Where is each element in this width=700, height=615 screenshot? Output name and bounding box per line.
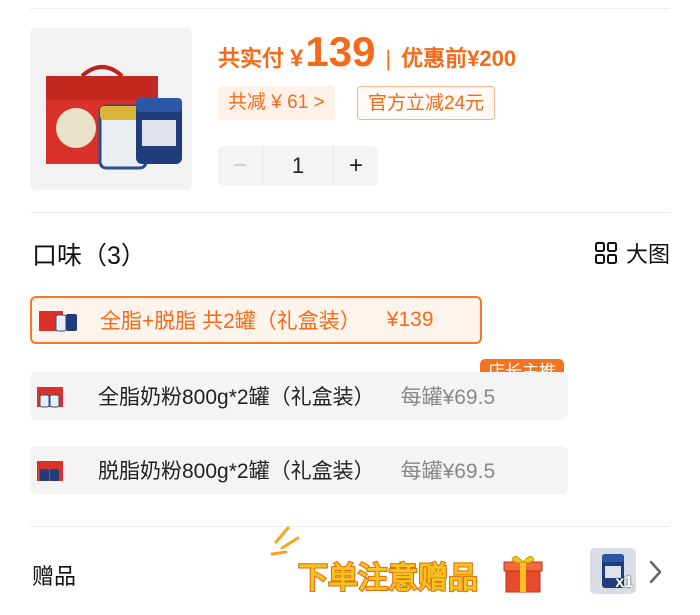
flavor-option-combo[interactable]: 全脂+脱脂 共2罐（礼盒装） ¥139: [30, 296, 482, 344]
grid-icon: [594, 242, 617, 264]
option-thumbnail-icon: [39, 311, 77, 332]
flavor-section-title: 口味（3）: [32, 242, 146, 270]
section-divider: [30, 212, 670, 213]
option-name: 全脂+脱脂 共2罐（礼盒装）: [100, 310, 361, 333]
product-gift-box-illustration: [30, 28, 192, 190]
price-separator: |: [385, 46, 392, 71]
official-discount-chip: 官方立减24元: [357, 86, 496, 120]
gift-box-icon: [503, 556, 543, 593]
flavor-option-skim-milk[interactable]: 脱脂奶粉800g*2罐（礼盒装） 每罐¥69.5: [30, 446, 568, 494]
big-view-toggle[interactable]: 大图: [594, 237, 670, 269]
option-name: 脱脂奶粉800g*2罐（礼盒装）: [98, 460, 375, 483]
total-discount-chip[interactable]: 共减 ¥ 61 >: [218, 86, 335, 120]
option-price: 每罐¥69.5: [400, 386, 496, 409]
flavor-option-whole-milk[interactable]: 全脂奶粉800g*2罐（礼盒装） 每罐¥69.5: [30, 372, 568, 420]
chevron-right-icon[interactable]: [646, 556, 666, 588]
total-paid-amount: 139: [305, 28, 376, 75]
product-image[interactable]: [30, 28, 192, 190]
original-price: ¥200: [467, 46, 517, 71]
gift-label: 赠品: [32, 564, 77, 589]
total-paid-label: 共实付: [218, 46, 285, 71]
increment-button[interactable]: +: [334, 152, 378, 180]
option-price: 每罐¥69.5: [400, 460, 496, 483]
gift-promo-sticker: 下单注意赠品: [270, 526, 543, 597]
currency-symbol: ¥: [290, 45, 304, 72]
option-thumbnail-icon: [37, 387, 63, 408]
gift-promo-text: 下单注意赠品: [298, 561, 478, 596]
option-name: 全脂奶粉800g*2罐（礼盒装）: [98, 386, 375, 409]
option-thumbnail-icon: [37, 461, 63, 481]
gift-count: x1: [615, 574, 633, 591]
decrement-button[interactable]: −: [218, 152, 262, 180]
price-summary: 共实付 ¥ 139 | 优惠前 ¥200: [218, 28, 516, 78]
quantity-stepper: − 1 +: [218, 146, 378, 186]
original-price-label: 优惠前: [401, 46, 468, 71]
gift-thumbnail[interactable]: x1: [590, 548, 636, 594]
big-view-label: 大图: [625, 242, 670, 267]
option-price: ¥139: [386, 308, 434, 331]
quantity-value[interactable]: 1: [262, 146, 334, 186]
top-divider: [30, 8, 670, 9]
